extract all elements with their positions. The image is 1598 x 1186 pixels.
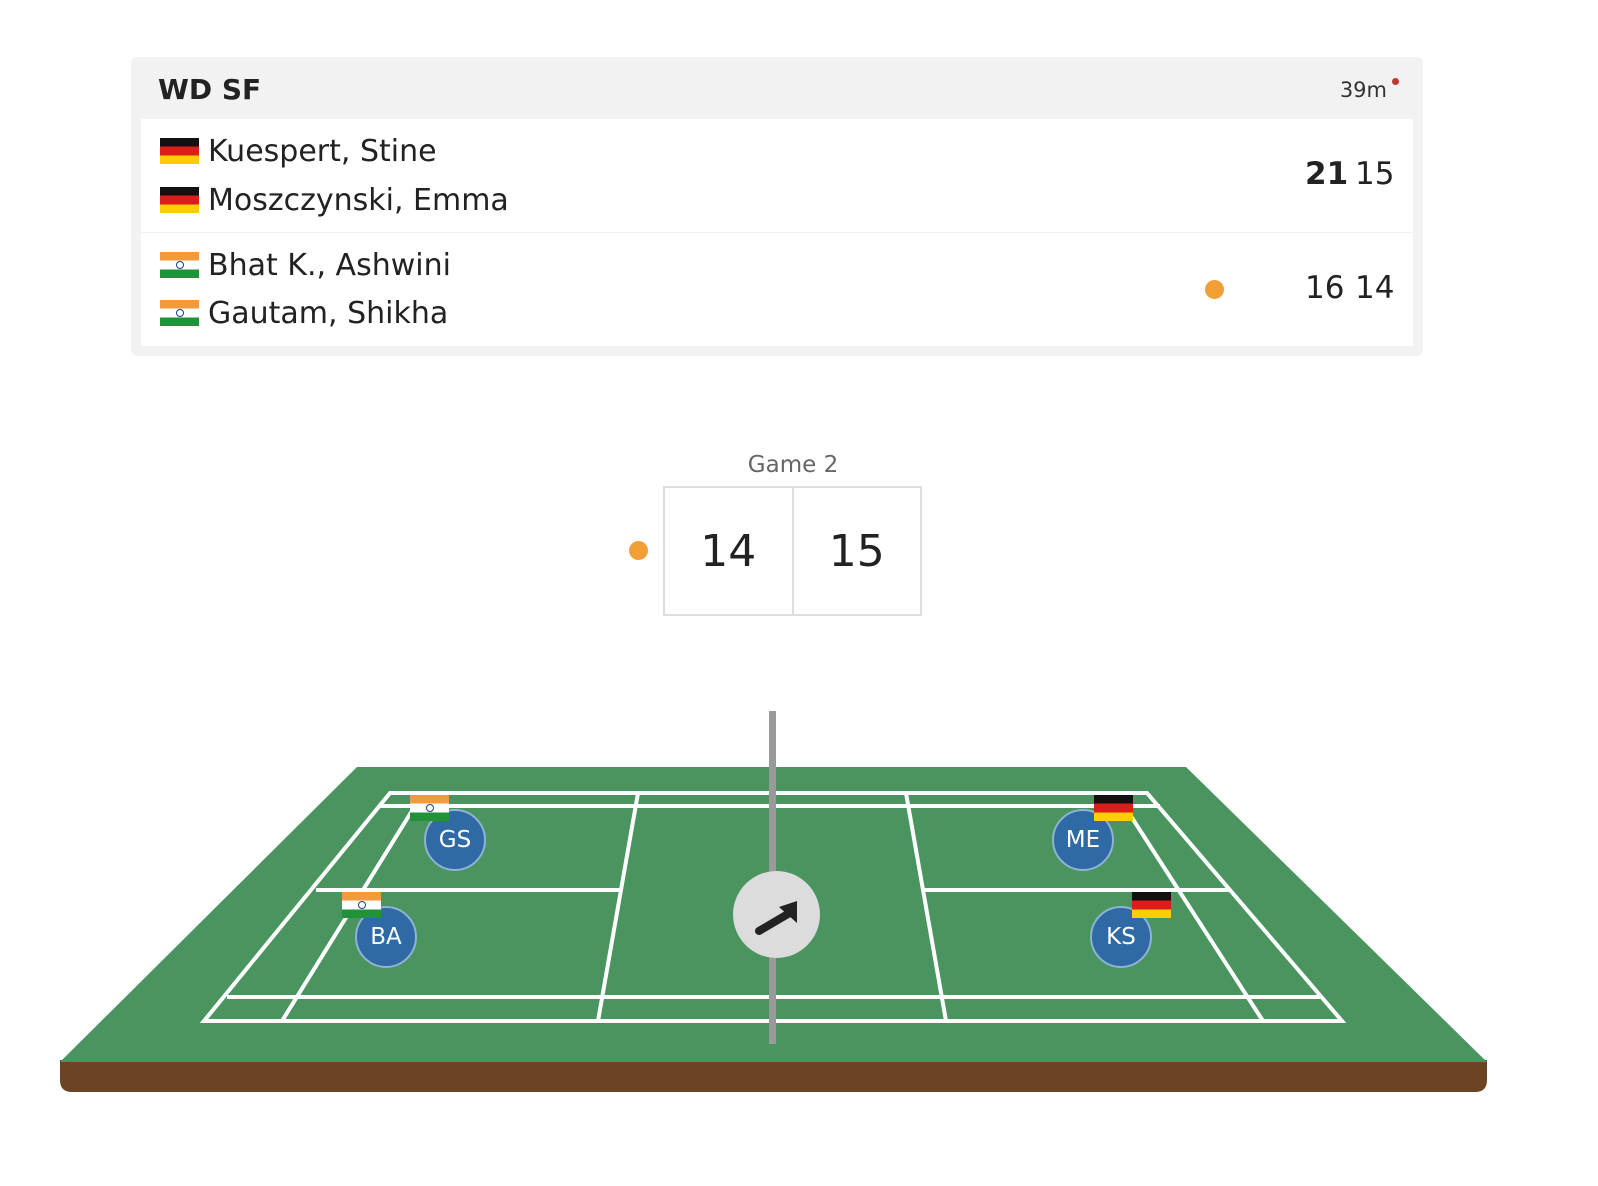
germany-flag-icon [1132, 892, 1171, 918]
germany-flag-icon [1094, 795, 1133, 821]
india-flag-icon [342, 892, 381, 918]
arrow-up-right-icon [754, 900, 797, 935]
court-base [60, 1060, 1487, 1092]
india-flag-icon [410, 795, 449, 821]
shuttle-direction-indicator [733, 871, 820, 958]
badminton-court [60, 711, 1487, 1092]
